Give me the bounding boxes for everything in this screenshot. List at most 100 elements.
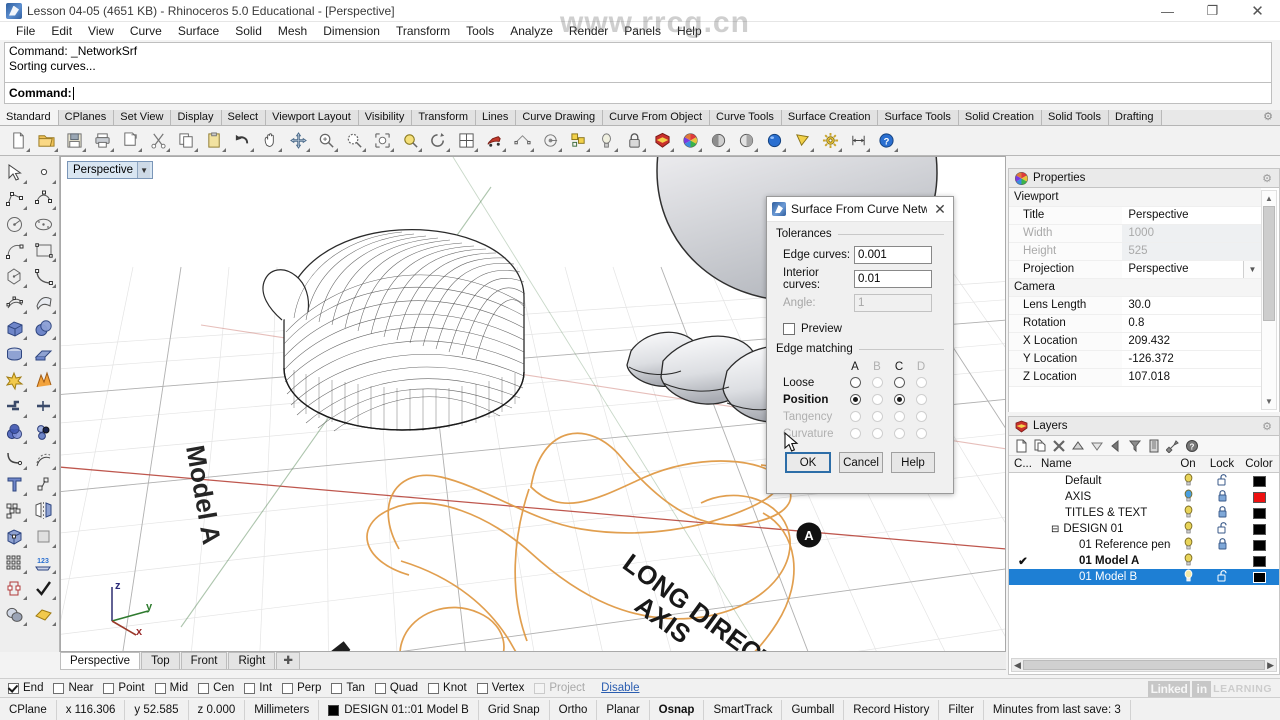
viewport-title-label[interactable]: Perspective ▼ (67, 161, 154, 179)
open-folder-icon[interactable] (34, 128, 59, 153)
layer-name-cell[interactable]: 01 Model A (1037, 555, 1171, 567)
toolbar-tab-select[interactable]: Select (221, 110, 267, 125)
flyout-arrow-icon[interactable] (22, 206, 27, 210)
osnap-tan[interactable]: Tan (331, 682, 365, 694)
osnap-checkbox[interactable] (476, 682, 488, 694)
fillet-icon[interactable] (0, 446, 30, 472)
layer-color-swatch[interactable] (1252, 507, 1266, 519)
scrollbar-thumb[interactable] (1263, 206, 1275, 321)
hscrollbar-thumb[interactable] (1022, 660, 1266, 670)
menu-item-view[interactable]: View (80, 22, 122, 40)
osnap-checkbox[interactable] (331, 682, 343, 694)
flyout-arrow-icon[interactable] (866, 148, 870, 152)
split-icon[interactable] (30, 394, 60, 420)
zoom-extents-icon[interactable] (398, 128, 423, 153)
maximize-button[interactable]: ❐ (1190, 0, 1235, 22)
menu-item-help[interactable]: Help (669, 22, 710, 40)
layer-visibility-toggle[interactable] (1171, 553, 1205, 569)
layer-row[interactable]: 01 Model B (1009, 569, 1279, 585)
trim-icon[interactable] (0, 394, 30, 420)
flyout-arrow-icon[interactable] (82, 148, 86, 152)
select-object-icon[interactable] (482, 128, 507, 153)
filter-icon[interactable] (1128, 439, 1142, 453)
interior-curves-input[interactable] (854, 269, 932, 288)
analyze-icon[interactable] (30, 524, 60, 550)
flyout-arrow-icon[interactable] (222, 148, 226, 152)
osnap-int[interactable]: Int (244, 682, 272, 694)
move-icon[interactable] (286, 128, 311, 153)
viewport-tab-front[interactable]: Front (180, 652, 228, 669)
add-viewport-icon[interactable]: ✚ (276, 652, 300, 669)
osnap-checkbox[interactable] (154, 682, 166, 694)
cylinder-icon[interactable] (0, 342, 30, 368)
gear-icon[interactable]: ⚙ (1262, 172, 1272, 185)
rotate-view-icon[interactable] (426, 128, 451, 153)
flyout-arrow-icon[interactable] (52, 544, 56, 548)
flyout-arrow-icon[interactable] (362, 148, 366, 152)
sphere-icon[interactable] (30, 316, 60, 342)
cage-edit-icon[interactable] (0, 524, 30, 550)
shade-icon[interactable] (0, 602, 30, 628)
radio-position-c[interactable] (893, 394, 905, 405)
flyout-arrow-icon[interactable] (502, 148, 506, 152)
osnap-checkbox[interactable] (8, 682, 19, 694)
toolbar-tab-display[interactable]: Display (171, 110, 222, 125)
osnap-checkbox[interactable] (374, 682, 386, 694)
properties-scrollbar[interactable]: ▲ ▼ (1261, 190, 1277, 410)
lock-object-icon[interactable] (622, 128, 647, 153)
flyout-arrow-icon[interactable] (446, 148, 450, 152)
toolbar-tab-viewport-layout[interactable]: Viewport Layout (266, 110, 359, 125)
osnap-mid[interactable]: Mid (154, 682, 188, 694)
layer-row[interactable]: TITLES & TEXT (1009, 505, 1279, 521)
menu-item-solid[interactable]: Solid (227, 22, 270, 40)
menu-item-file[interactable]: File (8, 22, 43, 40)
select-curve-icon[interactable] (538, 128, 563, 153)
toolbar-tab-lines[interactable]: Lines (476, 110, 517, 125)
layer-tools-icon[interactable] (1166, 439, 1180, 453)
flyout-arrow-icon[interactable] (22, 180, 27, 184)
layer-visibility-toggle[interactable] (1171, 489, 1205, 505)
osnap-point[interactable]: Point (103, 682, 145, 694)
help-button[interactable]: Help (891, 452, 935, 473)
property-value-x-location[interactable]: 209.432 (1122, 332, 1261, 351)
flyout-arrow-icon[interactable] (22, 258, 27, 262)
copy-to-clipboard-icon[interactable] (118, 128, 143, 153)
viewport-tab-top[interactable]: Top (141, 652, 180, 669)
previous-icon[interactable] (1109, 439, 1123, 453)
preview-checkbox-row[interactable]: Preview (776, 318, 944, 340)
boolean-icon[interactable] (30, 368, 60, 394)
arc-icon[interactable] (0, 238, 30, 264)
flyout-arrow-icon[interactable] (418, 148, 422, 152)
status-current-layer[interactable]: DESIGN 01::01 Model B (319, 700, 479, 720)
flyout-arrow-icon[interactable] (194, 148, 198, 152)
toolbar-tab-drafting[interactable]: Drafting (1109, 110, 1162, 125)
layer-row[interactable]: ✔ 01 Model A (1009, 553, 1279, 569)
command-history[interactable]: Command: _NetworkSrf Sorting curves... (4, 42, 1272, 82)
print-icon[interactable] (90, 128, 115, 153)
move-up-icon[interactable] (1071, 439, 1085, 453)
toolbar-tab-solid-creation[interactable]: Solid Creation (958, 110, 1042, 125)
flyout-arrow-icon[interactable] (110, 148, 114, 152)
layer-name-cell[interactable]: 01 Model B (1037, 571, 1171, 583)
menu-item-render[interactable]: Render (561, 22, 616, 40)
layer-color-cell[interactable] (1239, 539, 1279, 551)
surface-sweep-icon[interactable] (30, 290, 60, 316)
toolbar-tab-transform[interactable]: Transform (412, 110, 477, 125)
paste-icon[interactable] (202, 128, 227, 153)
layer-visibility-toggle[interactable] (1171, 505, 1205, 521)
freeform-curve-icon[interactable] (30, 264, 60, 290)
move-down-icon[interactable] (1090, 439, 1104, 453)
flyout-arrow-icon[interactable] (390, 148, 394, 152)
circle-icon[interactable] (0, 212, 30, 238)
flyout-arrow-icon[interactable] (782, 148, 786, 152)
scroll-down-icon[interactable]: ▼ (1262, 394, 1276, 409)
layer-color-swatch[interactable] (1252, 539, 1266, 551)
layer-lock-toggle[interactable] (1205, 489, 1239, 505)
polygon-icon[interactable] (0, 264, 30, 290)
viewport-tab-right[interactable]: Right (228, 652, 276, 669)
flyout-arrow-icon[interactable] (138, 148, 142, 152)
status-toggle-filter[interactable]: Filter (939, 700, 984, 720)
flyout-arrow-icon[interactable] (530, 148, 534, 152)
toolbar-tab-surface-tools[interactable]: Surface Tools (878, 110, 959, 125)
scroll-up-icon[interactable]: ▲ (1262, 191, 1276, 206)
